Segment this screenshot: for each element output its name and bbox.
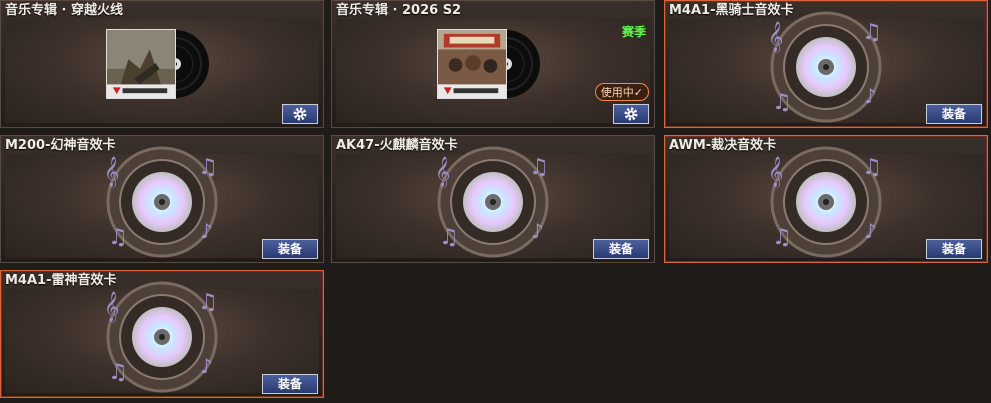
gear-icon	[624, 107, 638, 121]
equip-button[interactable]: 装备	[926, 104, 982, 124]
svg-text:♫: ♫	[772, 90, 792, 115]
equip-button[interactable]: 装备	[926, 239, 982, 259]
album-cover-image	[437, 29, 507, 99]
svg-text:♪: ♪	[200, 219, 213, 243]
gear-icon	[293, 107, 307, 121]
album-cover-image	[106, 29, 176, 99]
card-title: 音乐专辑 · 穿越火线	[5, 3, 123, 18]
sound-card-awm[interactable]: AWM-裁决音效卡 𝄞 ♫ ♫ ♪ 装备	[664, 135, 988, 263]
in-use-badge: 使用中✓	[594, 83, 649, 101]
album-card-crossfire[interactable]: 音乐专辑 · 穿越火线	[0, 0, 324, 128]
svg-text:♫: ♫	[108, 225, 128, 250]
sound-card-m4a1-thor[interactable]: M4A1-雷神音效卡 𝄞 ♫ ♫ ♪ 装备	[0, 270, 324, 398]
card-title: 音乐专辑 · 2026 S2	[336, 3, 462, 18]
sound-card-m200[interactable]: M200-幻神音效卡 𝄞 ♫ ♫ ♪ 装备	[0, 135, 324, 263]
svg-text:♪: ♪	[531, 219, 544, 243]
svg-text:♫: ♫	[439, 225, 459, 250]
svg-text:𝄞: 𝄞	[768, 156, 783, 188]
svg-text:♫: ♫	[108, 360, 128, 385]
svg-text:𝄞: 𝄞	[104, 156, 119, 188]
svg-text:♪: ♪	[864, 219, 877, 243]
equip-button[interactable]: 装备	[262, 374, 318, 394]
sound-card-grid: 音乐专辑 · 穿越火线 音乐专辑 · 2026 S2 赛季 使用中✓ M4A1-…	[0, 0, 991, 403]
sound-card-ak47[interactable]: AK47-火麒麟音效卡 𝄞 ♫ ♫ ♪ 装备	[331, 135, 655, 263]
svg-text:♫: ♫	[529, 155, 549, 180]
svg-text:♪: ♪	[864, 84, 877, 108]
season-tag: 赛季	[621, 25, 646, 39]
album-artwork	[106, 29, 214, 99]
speaker-disc-icon: 𝄞 ♫ ♫ ♪	[104, 281, 218, 393]
svg-text:♫: ♫	[198, 290, 218, 315]
svg-text:𝄞: 𝄞	[768, 21, 783, 53]
svg-text:𝄞: 𝄞	[435, 156, 450, 188]
speaker-disc-icon: 𝄞 ♫ ♫ ♪	[768, 11, 882, 123]
equip-button[interactable]: 装备	[262, 239, 318, 259]
speaker-disc-icon: 𝄞 ♫ ♫ ♪	[435, 146, 549, 258]
svg-text:♫: ♫	[862, 20, 882, 45]
svg-text:♫: ♫	[862, 155, 882, 180]
speaker-disc-icon: 𝄞 ♫ ♫ ♪	[768, 146, 882, 258]
speaker-disc-icon: 𝄞 ♫ ♫ ♪	[104, 146, 218, 258]
svg-text:♪: ♪	[200, 354, 213, 378]
svg-text:𝄞: 𝄞	[104, 291, 119, 323]
sound-card-m4a1-black-knight[interactable]: M4A1-黑骑士音效卡 𝄞 ♫ ♫ ♪ 装备	[664, 0, 988, 128]
album-card-2026-s2[interactable]: 音乐专辑 · 2026 S2 赛季 使用中✓	[331, 0, 655, 128]
album-artwork	[437, 29, 545, 99]
settings-button[interactable]	[282, 104, 318, 124]
equip-button[interactable]: 装备	[593, 239, 649, 259]
settings-button[interactable]	[613, 104, 649, 124]
svg-text:♫: ♫	[772, 225, 792, 250]
svg-text:♫: ♫	[198, 155, 218, 180]
